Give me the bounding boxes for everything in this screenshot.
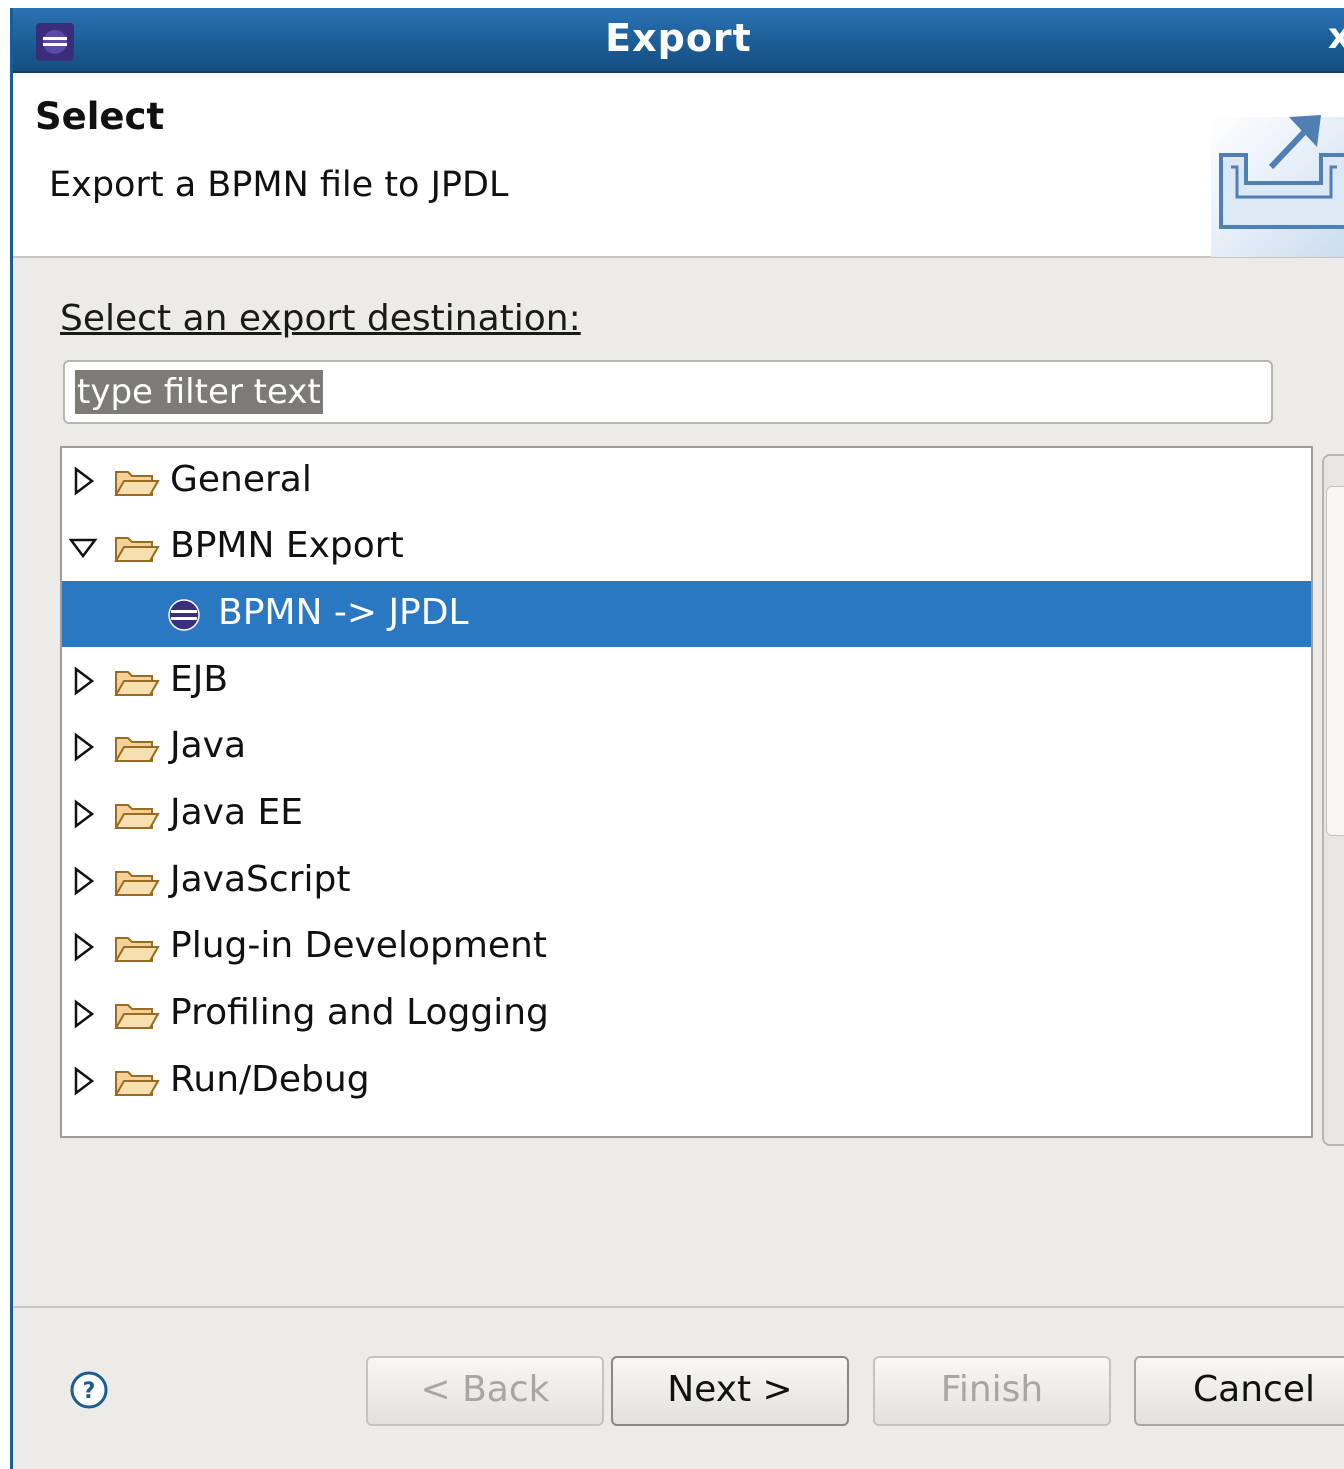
tree-item-label: Run/Debug <box>170 1059 370 1100</box>
tree-item-general[interactable]: General <box>62 448 1311 514</box>
footer-separator <box>13 1306 1344 1308</box>
folder-icon <box>114 804 160 829</box>
folder-icon <box>114 871 160 896</box>
destination-label-mnemonic: Select an export destination: <box>60 298 581 339</box>
expand-arrow-icon[interactable] <box>72 732 96 762</box>
tree-item-label: General <box>170 459 312 500</box>
tree-item-plugin-development[interactable]: Plug-in Development <box>62 914 1311 980</box>
help-icon[interactable]: ? <box>69 1370 109 1410</box>
folder-icon <box>114 1071 160 1096</box>
expand-arrow-icon[interactable] <box>72 999 96 1029</box>
tree-item-bpmn-jpdl[interactable]: BPMN -> JPDL <box>62 581 1311 647</box>
expand-arrow-icon[interactable] <box>72 1066 96 1096</box>
folder-icon <box>114 1004 160 1029</box>
filter-input[interactable]: type filter text <box>63 360 1273 424</box>
export-dialog: Export x Select Export a BPMN file to JP… <box>10 8 1344 1469</box>
folder-icon <box>114 937 160 962</box>
scroll-thumb[interactable] <box>1326 486 1344 836</box>
tree-item-label: BPMN -> JPDL <box>218 592 469 633</box>
tree-scrollbar[interactable] <box>1322 454 1344 1146</box>
expand-arrow-icon[interactable] <box>72 932 96 962</box>
finish-button[interactable]: Finish <box>873 1356 1111 1426</box>
tree-item-profiling-logging[interactable]: Profiling and Logging <box>62 981 1311 1047</box>
collapse-arrow-icon[interactable] <box>68 532 98 562</box>
folder-open-icon <box>114 537 160 562</box>
folder-icon <box>114 671 160 696</box>
page-title: Select <box>35 95 165 138</box>
export-wizard-tree[interactable]: General BPMN Export BPMN -> JPDL EJB Jav… <box>60 446 1313 1138</box>
close-button[interactable]: x <box>1328 16 1344 57</box>
export-wizard-icon <box>1211 115 1344 257</box>
tree-item-bpmn-export[interactable]: BPMN Export <box>62 514 1311 580</box>
tree-item-run-debug[interactable]: Run/Debug <box>62 1048 1311 1114</box>
page-description: Export a BPMN file to JPDL <box>49 165 509 205</box>
title-bar[interactable]: Export x <box>13 8 1344 73</box>
tree-item-label: Profiling and Logging <box>170 992 549 1033</box>
destination-label: Select an export destination: <box>60 298 581 339</box>
expand-arrow-icon[interactable] <box>72 799 96 829</box>
wizard-header: Select Export a BPMN file to JPDL <box>13 73 1344 258</box>
tree-item-ejb[interactable]: EJB <box>62 648 1311 714</box>
tree-item-label: JavaScript <box>170 859 351 900</box>
tree-item-java-ee[interactable]: Java EE <box>62 781 1311 847</box>
tree-item-label: Plug-in Development <box>170 925 547 966</box>
tree-item-label: Java EE <box>170 792 303 833</box>
expand-arrow-icon[interactable] <box>72 466 96 496</box>
tree-item-label: BPMN Export <box>170 525 404 566</box>
tree-item-label: Java <box>170 725 247 766</box>
folder-icon <box>114 737 160 762</box>
back-button[interactable]: < Back <box>366 1356 604 1426</box>
folder-icon <box>114 471 160 496</box>
tree-item-label: EJB <box>170 659 229 700</box>
expand-arrow-icon[interactable] <box>72 866 96 896</box>
cancel-button[interactable]: Cancel <box>1134 1356 1344 1426</box>
expand-arrow-icon[interactable] <box>72 666 96 696</box>
window-title: Export <box>605 16 752 60</box>
filter-text: type filter text <box>75 370 323 414</box>
next-button[interactable]: Next > <box>611 1356 849 1426</box>
eclipse-wizard-icon <box>168 599 200 631</box>
tree-item-javascript[interactable]: JavaScript <box>62 848 1311 914</box>
svg-text:?: ? <box>83 1379 96 1404</box>
tree-item-java[interactable]: Java <box>62 714 1311 780</box>
